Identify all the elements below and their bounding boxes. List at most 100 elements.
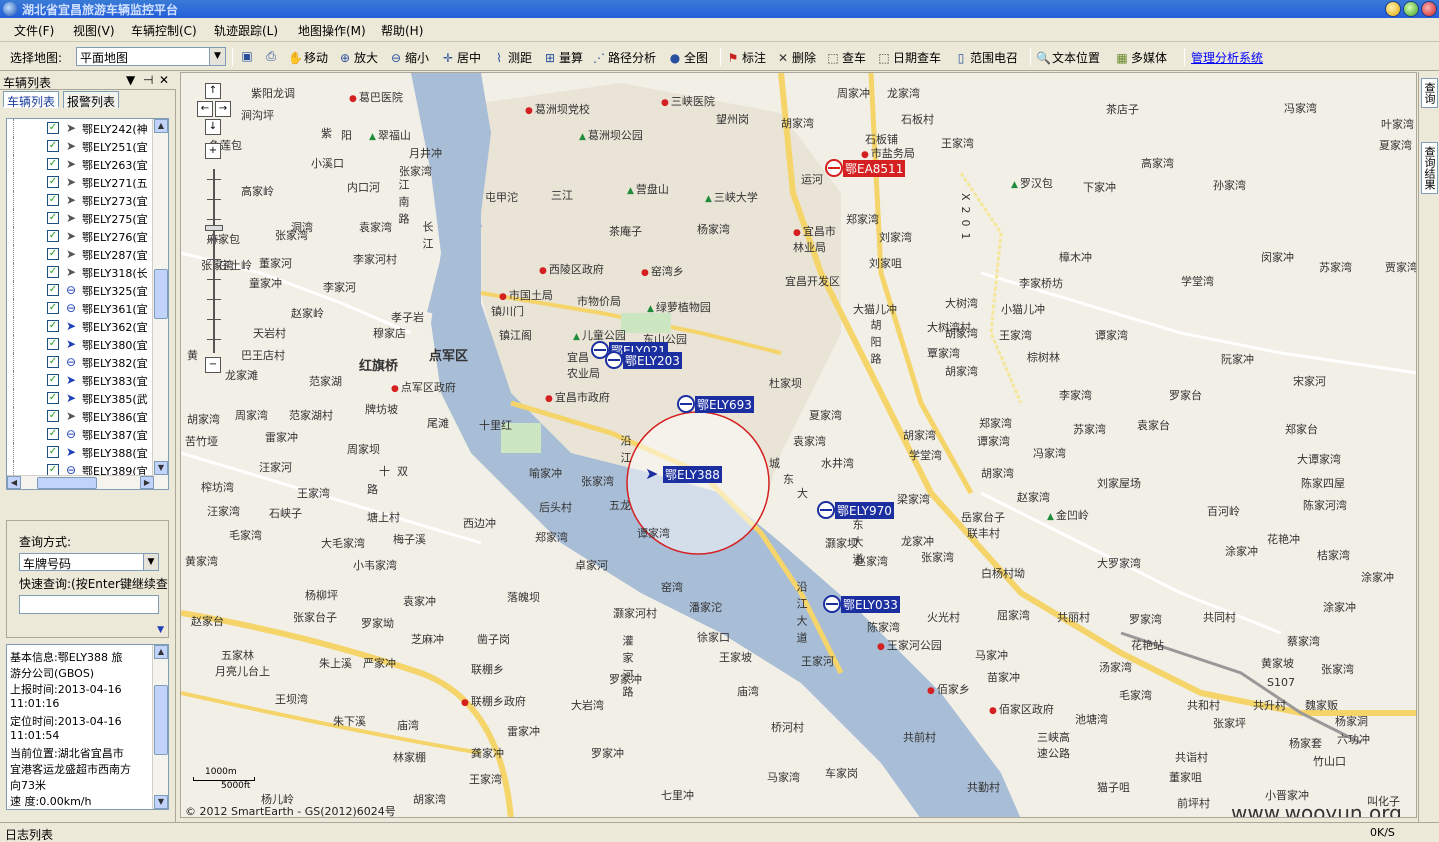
delete-button[interactable]: ✕ 删除: [776, 49, 816, 66]
info-scrollbar[interactable]: ▲ ▼: [152, 645, 168, 809]
tab-vehicle-list[interactable]: 车辆列表: [3, 91, 60, 109]
print-button[interactable]: ⎙: [264, 49, 278, 63]
zoom-in-map-icon[interactable]: +: [205, 143, 221, 159]
log-list-label[interactable]: 日志列表: [5, 826, 53, 842]
vehicle-list-item[interactable]: ✓ ➤ 鄂ELY385(武: [7, 389, 154, 407]
map-vehicle-marker[interactable]: 鄂ELY693: [677, 395, 754, 413]
maximize-button[interactable]: [1403, 1, 1419, 17]
tab-alarm-list[interactable]: 报警列表: [63, 91, 120, 109]
pan-left-button[interactable]: ←: [197, 101, 213, 117]
menu-view[interactable]: 视图(V): [73, 22, 115, 39]
vehicle-list-item[interactable]: ✓ ➤ 鄂ELY276(宜: [7, 227, 154, 245]
zoom-slider-track[interactable]: [213, 169, 215, 353]
vehicle-list-item[interactable]: ✓ ➤ 鄂ELY271(五: [7, 173, 154, 191]
vehicle-checkbox[interactable]: ✓: [47, 284, 59, 296]
map-canvas[interactable]: 紫阳龙调葛巴医院葛洲坝党校三峡医院周家冲龙家湾冯家湾涧沟坪望州岗胡家湾石板村茶店…: [180, 72, 1417, 818]
vehicle-list-item[interactable]: ✓ ➤ 鄂ELY318(长: [7, 263, 154, 281]
scroll-right-icon[interactable]: ▶: [140, 476, 154, 489]
measure-area-button[interactable]: ⊞ 量算: [543, 49, 583, 66]
vehicle-list-item[interactable]: ✓ ➤ 鄂ELY251(宜: [7, 137, 154, 155]
vehicle-list-item[interactable]: ✓ ➤ 鄂ELY242(神: [7, 119, 154, 137]
pan-up-button[interactable]: ↑: [205, 83, 221, 99]
map-vehicle-marker[interactable]: ➤ 鄂ELY388: [645, 465, 722, 483]
vehicle-list-item[interactable]: ✓ ➤ 鄂ELY287(宜: [7, 245, 154, 263]
close-button[interactable]: [1421, 1, 1437, 17]
vehicle-list-item[interactable]: ✓ ➤ 鄂ELY275(宜: [7, 209, 154, 227]
map-type-select[interactable]: 平面地图 ▼: [76, 47, 226, 66]
text-position-button[interactable]: 🔍 文本位置: [1036, 49, 1100, 66]
vehicle-list-item[interactable]: ✓ ⊖ 鄂ELY361(宜: [7, 299, 154, 317]
query-method-select[interactable]: 车牌号码 ▼: [19, 553, 159, 571]
vehicle-checkbox[interactable]: ✓: [47, 140, 59, 152]
pan-button[interactable]: ✋ 移动: [288, 49, 328, 66]
pin-button[interactable]: ⊣: [143, 73, 153, 87]
range-call-button[interactable]: ▯ 范围电召: [954, 49, 1018, 66]
save-button[interactable]: ▣: [240, 49, 254, 63]
multimedia-button[interactable]: ▦ 多媒体: [1115, 49, 1167, 66]
vehicle-list-item[interactable]: ✓ ⊖ 鄂ELY382(宜: [7, 353, 154, 371]
scroll-down-icon[interactable]: ▼: [154, 461, 168, 475]
minimize-button[interactable]: [1385, 1, 1401, 17]
vehicle-list-item[interactable]: ✓ ⊖ 鄂ELY387(宜: [7, 425, 154, 443]
mark-button[interactable]: ⚑ 标注: [726, 49, 766, 66]
vehicle-list-item[interactable]: ✓ ➤ 鄂ELY263(宜: [7, 155, 154, 173]
vehicle-list-item[interactable]: ✓ ⊖ 鄂ELY325(宜: [7, 281, 154, 299]
route-analysis-button[interactable]: ⋰ 路径分析: [592, 49, 656, 66]
zoom-slider-handle[interactable]: [205, 225, 223, 231]
date-find-vehicle-button[interactable]: ⬚ 日期查车: [877, 49, 941, 66]
vehicle-list-item[interactable]: ✓ ➤ 鄂ELY380(宜: [7, 335, 154, 353]
vehicle-checkbox[interactable]: ✓: [47, 230, 59, 242]
vehicle-list-item[interactable]: ✓ ➤ 鄂ELY273(宜: [7, 191, 154, 209]
vehicle-checkbox[interactable]: ✓: [47, 392, 59, 404]
zoom-in-button[interactable]: ⊕ 放大: [338, 49, 378, 66]
scroll-up-icon[interactable]: ▲: [154, 119, 168, 133]
panel-close-button[interactable]: ✕: [159, 73, 169, 87]
map-vehicle-marker[interactable]: 鄂ELY970: [817, 501, 894, 519]
vehicle-checkbox[interactable]: ✓: [47, 338, 59, 350]
scroll-left-icon[interactable]: ◀: [7, 476, 21, 489]
quick-query-input[interactable]: [19, 595, 159, 614]
menu-help[interactable]: 帮助(H): [381, 22, 423, 39]
vehicle-checkbox[interactable]: ✓: [47, 446, 59, 458]
full-map-button[interactable]: ● 全图: [668, 49, 708, 66]
vehicle-checkbox[interactable]: ✓: [47, 374, 59, 386]
vehicle-list-item[interactable]: ✓ ➤ 鄂ELY362(宜: [7, 317, 154, 335]
vehicle-checkbox[interactable]: ✓: [47, 122, 59, 134]
hscroll-thumb[interactable]: [37, 477, 97, 489]
center-button[interactable]: ✛ 居中: [441, 49, 481, 66]
vehicle-checkbox[interactable]: ✓: [47, 356, 59, 368]
vehicle-checkbox[interactable]: ✓: [47, 176, 59, 188]
scroll-thumb[interactable]: [154, 269, 168, 319]
vehicle-list-item[interactable]: ✓ ➤ 鄂ELY386(宜: [7, 407, 154, 425]
vehicle-checkbox[interactable]: ✓: [47, 266, 59, 278]
vehicle-list-item[interactable]: ✓ ➤ 鄂ELY388(宜: [7, 443, 154, 461]
find-vehicle-button[interactable]: ⬚ 查车: [826, 49, 866, 66]
vehicle-list-scrollbar[interactable]: ▲ ▼: [152, 119, 168, 489]
chevron-down-icon[interactable]: ▼: [157, 625, 164, 635]
panel-dropdown-button[interactable]: ▼: [126, 73, 135, 87]
zoom-out-map-icon[interactable]: −: [205, 357, 221, 373]
menu-track[interactable]: 轨迹跟踪(L): [214, 22, 278, 39]
vehicle-checkbox[interactable]: ✓: [47, 428, 59, 440]
map-vehicle-marker[interactable]: 鄂ELY203: [605, 351, 682, 369]
vehicle-list-item[interactable]: ✓ ➤ 鄂ELY383(宜: [7, 371, 154, 389]
map-vehicle-marker[interactable]: 鄂EA8511: [825, 159, 906, 177]
vehicle-checkbox[interactable]: ✓: [47, 410, 59, 422]
side-tab-query-results[interactable]: 查询结果: [1421, 142, 1438, 194]
pan-down-button[interactable]: ↓: [205, 119, 221, 135]
vehicle-checkbox[interactable]: ✓: [47, 302, 59, 314]
map-navigation-control[interactable]: ↑ ← → ↓ + −: [197, 83, 237, 373]
map-vehicle-marker[interactable]: 鄂ELY033: [823, 595, 900, 613]
vehicle-tree[interactable]: ✓ ➤ 鄂ELY242(神 ✓ ➤ 鄂ELY251(宜 ✓ ➤ 鄂ELY263(宜 ✓ ➤ 鄂ELY2…: [6, 118, 169, 490]
pan-right-button[interactable]: →: [215, 101, 231, 117]
zoom-out-button[interactable]: ⊖ 缩小: [389, 49, 429, 66]
vehicle-checkbox[interactable]: ✓: [47, 248, 59, 260]
vehicle-checkbox[interactable]: ✓: [47, 158, 59, 170]
vehicle-checkbox[interactable]: ✓: [47, 320, 59, 332]
side-tab-query[interactable]: 查询: [1421, 78, 1438, 108]
menu-file[interactable]: 文件(F): [14, 22, 54, 39]
vehicle-checkbox[interactable]: ✓: [47, 194, 59, 206]
vehicle-checkbox[interactable]: ✓: [47, 212, 59, 224]
measure-distance-button[interactable]: ⌇ 测距: [492, 49, 532, 66]
menu-vehicle-control[interactable]: 车辆控制(C): [131, 22, 197, 39]
